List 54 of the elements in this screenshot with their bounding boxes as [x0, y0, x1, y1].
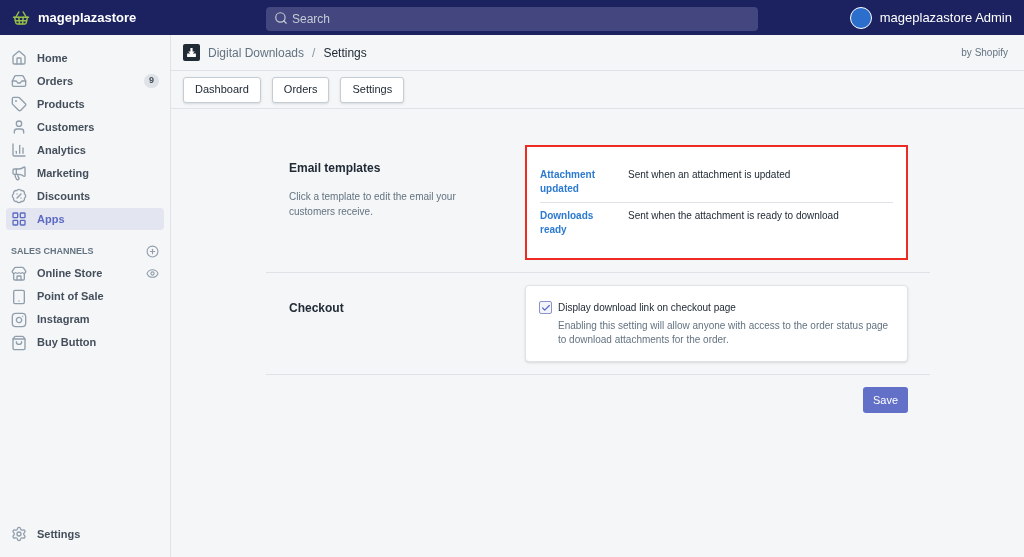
page-title: Settings	[323, 44, 367, 62]
template-link[interactable]: Attachment updated	[540, 168, 614, 196]
home-icon	[11, 50, 27, 66]
badge-icon	[11, 188, 27, 204]
apps-icon	[11, 211, 27, 227]
nav-item[interactable]: Analytics	[6, 139, 164, 161]
count-badge: 9	[144, 74, 159, 88]
nav-item[interactable]: Orders 9	[6, 70, 164, 92]
template-description: Sent when the attachment is ready to download	[628, 209, 839, 223]
section-heading: SALES CHANNELS	[11, 245, 94, 258]
inbox-icon	[11, 73, 27, 89]
template-description: Sent when an attachment is updated	[628, 168, 791, 182]
settings-icon	[11, 526, 27, 542]
megaphone-icon	[11, 165, 27, 181]
nav-item[interactable]: Discounts	[6, 185, 164, 207]
nav-item[interactable]: Settings	[6, 523, 164, 545]
save-button[interactable]: Save	[863, 387, 908, 413]
nav-item[interactable]: Home	[6, 47, 164, 69]
nav-item[interactable]: Online Store	[6, 262, 164, 285]
account-name[interactable]: mageplazastore Admin	[879, 7, 1012, 28]
section-title: Email templates	[289, 160, 382, 177]
add-icon[interactable]	[146, 245, 159, 259]
checkbox[interactable]	[539, 301, 552, 314]
person-icon	[11, 119, 27, 135]
store-name: mageplazastore	[38, 8, 137, 27]
tab-button[interactable]: Dashboard	[183, 76, 261, 103]
by-label: by Shopify	[961, 46, 1008, 60]
search-icon	[274, 10, 288, 25]
breadcrumb-separator: /	[312, 44, 316, 62]
tag-icon	[11, 96, 27, 112]
nav-item[interactable]: Products	[6, 93, 164, 115]
template-link[interactable]: Downloads ready	[540, 209, 614, 237]
help-text: Enabling this setting will allow anyone with access to the order status page to download attachments for the order.	[558, 319, 890, 347]
checkbox-label: Display download link on checkout page	[558, 301, 736, 315]
avatar[interactable]	[849, 6, 872, 29]
breadcrumb-link[interactable]: Digital Downloads	[208, 43, 305, 62]
eye-icon[interactable]	[146, 267, 159, 280]
nav-item[interactable]: Customers	[6, 116, 164, 138]
nav-item[interactable]: Apps	[6, 208, 164, 230]
nav-item[interactable]: Buy Button	[6, 331, 164, 354]
tab-button[interactable]: Orders	[271, 76, 330, 103]
section-title: Checkout	[289, 300, 345, 317]
search-field[interactable]: Search	[266, 6, 758, 31]
nav-item[interactable]: Instagram	[6, 308, 164, 331]
bar-chart-icon	[11, 142, 27, 158]
tab-button[interactable]: Settings	[340, 76, 405, 103]
section-description: Click a template to edit the email your customers receive.	[289, 190, 457, 219]
store-icon	[11, 265, 27, 282]
nav-item[interactable]: Marketing	[6, 162, 164, 184]
app-logo-icon	[183, 44, 200, 61]
bag-icon	[11, 334, 27, 351]
camera-icon	[11, 311, 27, 328]
tablet-icon	[11, 288, 27, 305]
nav-item[interactable]: Point of Sale	[6, 285, 164, 308]
